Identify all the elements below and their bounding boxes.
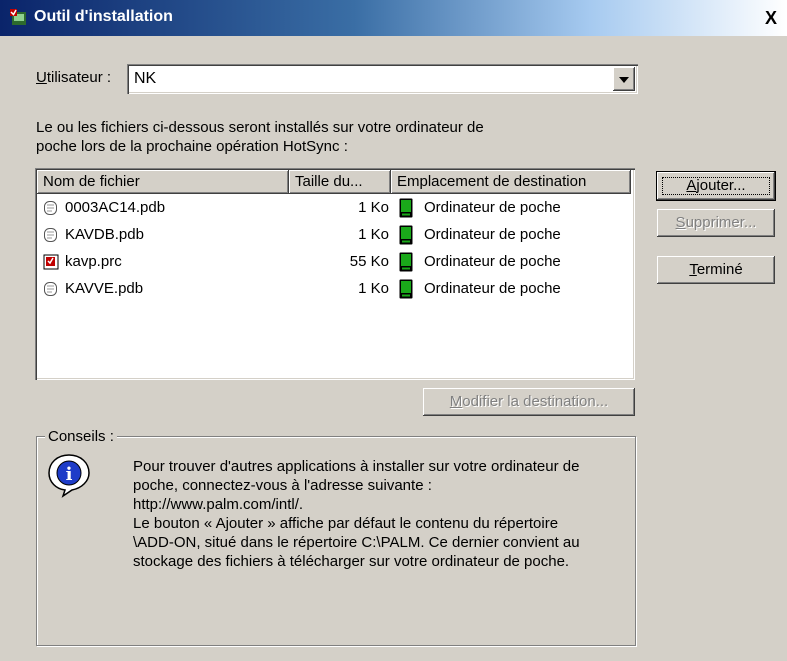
file-size: 1 Ko xyxy=(358,226,389,243)
handheld-device-icon xyxy=(399,279,413,299)
tips-line: Pour trouver d'autres applications à ins… xyxy=(133,458,580,475)
handheld-device-icon xyxy=(399,252,413,272)
table-row[interactable]: KAVVE.pdb 1 Ko Ordinateur de poche xyxy=(37,277,633,303)
add-button[interactable]: Ajouter... xyxy=(657,172,775,200)
pdb-file-icon xyxy=(44,228,57,242)
file-size: 55 Ko xyxy=(349,253,389,270)
file-size: 1 Ko xyxy=(358,199,389,216)
window-title: Outil d'installation xyxy=(34,8,173,25)
tips-line: stockage des fichiers à télécharger sur … xyxy=(133,553,570,570)
file-name: KAVDB.pdb xyxy=(65,226,144,243)
remove-button[interactable]: Supprimer... xyxy=(657,209,775,237)
file-destination: Ordinateur de poche xyxy=(424,253,561,270)
tips-line: Le bouton « Ajouter » affiche par défaut… xyxy=(133,515,559,532)
svg-text:i: i xyxy=(66,464,73,485)
file-destination: Ordinateur de poche xyxy=(424,280,561,297)
info-icon: i xyxy=(48,454,90,498)
handheld-device-icon xyxy=(399,225,413,245)
intro-line-2: poche lors de la prochaine opération Hot… xyxy=(36,138,348,155)
chevron-down-icon[interactable] xyxy=(613,67,635,91)
table-row[interactable]: kavp.prc 55 Ko Ordinateur de poche xyxy=(37,250,633,276)
close-icon[interactable]: X xyxy=(761,8,781,28)
file-name: kavp.prc xyxy=(65,253,122,270)
done-button[interactable]: Terminé xyxy=(657,256,775,284)
tips-line: \ADD-ON, situé dans le répertoire C:\PAL… xyxy=(133,534,580,551)
tips-label: Conseils : xyxy=(45,428,117,445)
focus-rect xyxy=(662,177,770,195)
handheld-device-icon xyxy=(399,198,413,218)
file-size: 1 Ko xyxy=(358,280,389,297)
file-list[interactable]: Nom de fichier Taille du... Emplacement … xyxy=(35,168,635,380)
table-row[interactable]: KAVDB.pdb 1 Ko Ordinateur de poche xyxy=(37,223,633,249)
file-destination: Ordinateur de poche xyxy=(424,226,561,243)
prc-file-icon xyxy=(43,254,59,270)
pdb-file-icon xyxy=(44,282,57,296)
tips-line: http://www.palm.com/intl/. xyxy=(133,496,304,513)
column-header-destination[interactable]: Emplacement de destination xyxy=(391,170,631,194)
file-destination: Ordinateur de poche xyxy=(424,199,561,216)
table-row[interactable]: 0003AC14.pdb 1 Ko Ordinateur de poche xyxy=(37,196,633,222)
user-label: Utilisateur : xyxy=(36,69,112,86)
title-bar: Outil d'installation X xyxy=(0,0,787,36)
column-header-size[interactable]: Taille du... xyxy=(289,170,391,194)
file-name: 0003AC14.pdb xyxy=(65,199,166,216)
column-header-name[interactable]: Nom de fichier xyxy=(37,170,289,194)
file-name: KAVVE.pdb xyxy=(65,280,144,297)
intro-line-1: Le ou les fichiers ci-dessous seront ins… xyxy=(36,119,484,136)
tips-line: poche, connectez-vous à l'adresse suivan… xyxy=(133,477,432,494)
modify-destination-button[interactable]: Modifier la destination... xyxy=(423,388,635,416)
install-tool-icon xyxy=(10,9,26,25)
user-select[interactable]: NK xyxy=(127,64,638,94)
user-select-value: NK xyxy=(134,70,157,87)
tips-text: Pour trouver d'autres applications à ins… xyxy=(133,457,613,571)
pdb-file-icon xyxy=(44,201,57,215)
